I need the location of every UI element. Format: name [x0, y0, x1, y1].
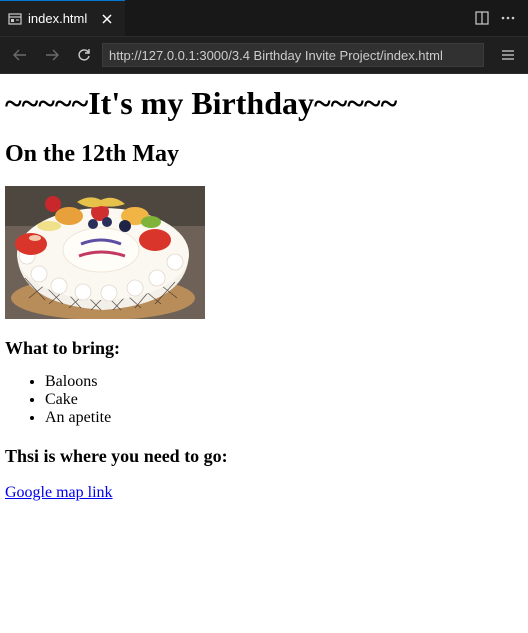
date-heading: On the 12th May [5, 141, 179, 167]
page-title: ~~~~~It's my Birthday~~~~~ [5, 85, 398, 121]
list-item: An apetite [45, 409, 523, 427]
menu-icon[interactable] [494, 41, 522, 69]
url-input[interactable]: http://127.0.0.1:3000/3.4 Birthday Invit… [102, 43, 484, 67]
close-icon[interactable] [99, 11, 115, 27]
location-heading: Thsi is where you need to go: [5, 446, 228, 466]
browser-chrome: index.html http://127.0.0.1:3000/3.4 Bir… [0, 0, 528, 74]
google-map-link[interactable]: Google map link [5, 484, 113, 501]
more-actions-icon[interactable] [500, 10, 516, 26]
reload-icon[interactable] [70, 41, 98, 69]
tab-label: index.html [28, 11, 88, 26]
bring-list: Baloons Cake An apetite [5, 373, 523, 427]
navigation-bar: http://127.0.0.1:3000/3.4 Birthday Invit… [0, 37, 528, 74]
list-item: Baloons [45, 373, 523, 391]
list-item: Cake [45, 391, 523, 409]
split-editor-icon[interactable] [474, 10, 490, 26]
back-arrow-icon[interactable] [6, 41, 34, 69]
birthday-cake-image [5, 186, 205, 319]
web-page: ~~~~~It's my Birthday~~~~~ On the 12th M… [0, 85, 528, 502]
tab-bar: index.html [0, 0, 528, 37]
bring-heading: What to bring: [5, 338, 121, 358]
tab-index-html[interactable]: index.html [0, 0, 126, 36]
forward-arrow-icon[interactable] [38, 41, 66, 69]
preview-file-icon [8, 12, 22, 26]
